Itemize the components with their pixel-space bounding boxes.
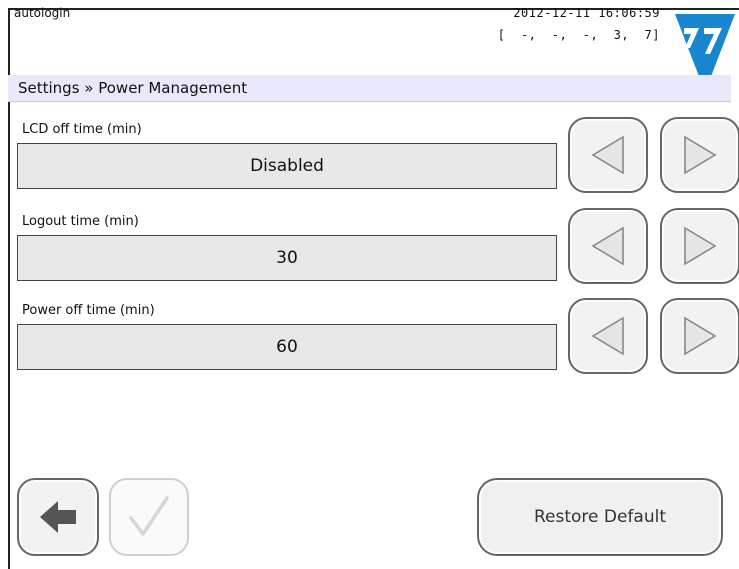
status-codes: [ -, -, -, 3, 7] xyxy=(497,28,660,42)
power-off-label: Power off time (min) xyxy=(22,303,155,318)
back-button[interactable] xyxy=(17,478,99,556)
arrow-right-icon xyxy=(684,226,717,266)
arrow-left-icon xyxy=(591,135,624,175)
logout-time-label: Logout time (min) xyxy=(22,214,139,229)
logout-time-increase-button[interactable] xyxy=(660,208,739,284)
lcd-off-increase-button[interactable] xyxy=(660,117,739,193)
datetime-label: 2012-12-11 16:06:59 xyxy=(513,6,660,20)
lcd-off-decrease-button[interactable] xyxy=(568,117,648,193)
logout-time-decrease-button[interactable] xyxy=(568,208,648,284)
power-off-decrease-button[interactable] xyxy=(568,298,648,374)
confirm-button[interactable] xyxy=(109,478,189,556)
restore-default-button[interactable]: Restore Default xyxy=(477,478,723,556)
power-off-value: 60 xyxy=(17,324,557,370)
arrow-right-icon xyxy=(684,316,717,356)
logout-time-value: 30 xyxy=(17,235,557,281)
back-arrow-icon xyxy=(40,501,76,533)
power-off-increase-button[interactable] xyxy=(660,298,739,374)
arrow-right-icon xyxy=(684,135,717,175)
username-label: autologin xyxy=(14,6,71,20)
arrow-left-icon xyxy=(591,226,624,266)
lcd-off-value: Disabled xyxy=(17,143,557,189)
arrow-left-icon xyxy=(591,316,624,356)
lcd-off-label: LCD off time (min) xyxy=(22,122,142,137)
checkmark-icon xyxy=(129,496,169,536)
breadcrumb: Settings » Power Management xyxy=(8,75,731,102)
